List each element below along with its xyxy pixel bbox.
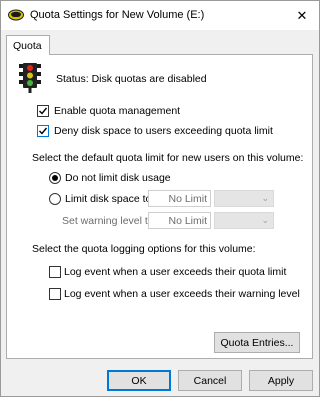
tab-quota[interactable]: Quota: [6, 35, 50, 55]
limit-disk-space-radio[interactable]: [49, 193, 61, 205]
ok-button[interactable]: OK: [107, 370, 171, 391]
close-icon: ✕: [296, 7, 308, 23]
checkmark-icon: [39, 127, 48, 135]
warning-level-input[interactable]: No Limit: [148, 212, 211, 229]
drive-icon: [8, 9, 24, 21]
quota-entries-button[interactable]: Quota Entries...: [214, 332, 300, 353]
quota-tab-panel: Status: Disk quotas are disabled Enable …: [6, 54, 313, 359]
window-title: Quota Settings for New Volume (E:): [30, 9, 205, 21]
deny-disk-space-checkbox[interactable]: [37, 125, 49, 137]
enable-quota-label[interactable]: Enable quota management: [54, 105, 180, 117]
log-quota-limit-checkbox[interactable]: [49, 266, 61, 278]
apply-button[interactable]: Apply: [249, 370, 313, 391]
enable-quota-checkbox[interactable]: [37, 105, 49, 117]
title-bar: Quota Settings for New Volume (E:) ✕: [1, 1, 319, 30]
warning-level-label: Set warning level to: [62, 215, 154, 227]
default-limit-heading: Select the default quota limit for new u…: [32, 152, 304, 164]
limit-unit-select[interactable]: ⌄: [214, 190, 274, 207]
close-button[interactable]: ✕: [285, 1, 319, 30]
warning-unit-select[interactable]: ⌄: [214, 212, 274, 229]
deny-disk-space-label[interactable]: Deny disk space to users exceeding quota…: [54, 125, 273, 137]
quota-status-text: Status: Disk quotas are disabled: [56, 73, 207, 85]
log-warning-level-checkbox[interactable]: [49, 288, 61, 300]
chevron-down-icon: ⌄: [261, 193, 269, 203]
chevron-down-icon: ⌄: [261, 215, 269, 225]
do-not-limit-label[interactable]: Do not limit disk usage: [65, 172, 171, 184]
log-warning-level-label[interactable]: Log event when a user exceeds their warn…: [64, 288, 300, 300]
do-not-limit-radio[interactable]: [49, 172, 61, 184]
cancel-button[interactable]: Cancel: [178, 370, 242, 391]
quota-settings-dialog: Quota Settings for New Volume (E:) ✕ Quo…: [0, 0, 320, 397]
limit-disk-space-input[interactable]: No Limit: [148, 190, 211, 207]
limit-disk-space-label[interactable]: Limit disk space to: [65, 193, 151, 205]
logging-heading: Select the quota logging options for thi…: [32, 243, 256, 255]
checkmark-icon: [39, 107, 48, 115]
log-quota-limit-label[interactable]: Log event when a user exceeds their quot…: [64, 266, 286, 278]
traffic-light-icon: [19, 63, 41, 93]
